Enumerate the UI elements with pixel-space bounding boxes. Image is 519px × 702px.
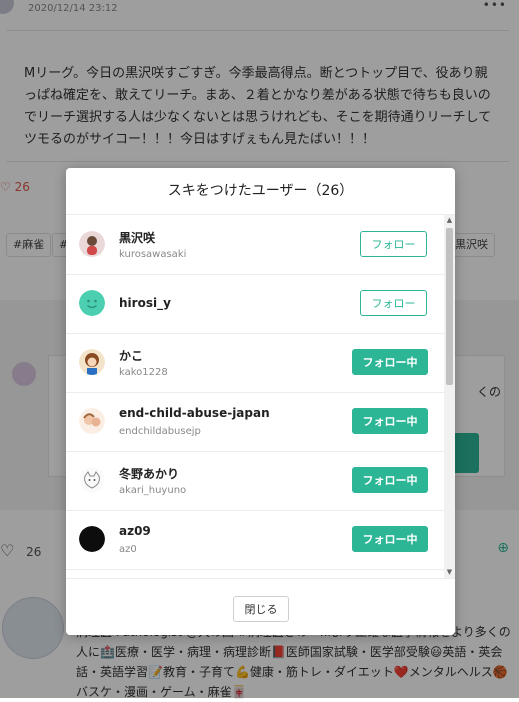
user-avatar[interactable] (79, 408, 105, 434)
scroll-up-arrow-icon[interactable]: ▲ (444, 215, 455, 226)
user-row[interactable]: hirosi_y フォロー (66, 274, 444, 334)
user-row[interactable]: end-child-abuse-japan endchildabusejp フォ… (66, 392, 444, 452)
user-id: endchildabusejp (119, 426, 201, 437)
user-avatar[interactable] (79, 349, 105, 375)
user-id: akari_huyuno (119, 485, 187, 496)
dialog-title: スキをつけたユーザー（26） (66, 168, 455, 215)
user-row[interactable]: かこ kako1228 フォロー中 (66, 333, 444, 393)
following-button[interactable]: フォロー中 (352, 467, 428, 493)
user-name[interactable]: 冬野あかり (119, 465, 179, 482)
follow-button[interactable]: フォロー (360, 290, 427, 316)
following-button[interactable]: フォロー中 (352, 349, 428, 375)
user-avatar[interactable] (79, 526, 105, 552)
user-name[interactable]: az09 (119, 524, 151, 538)
user-row[interactable]: 黒沢咲 kurosawasaki フォロー (66, 215, 444, 275)
user-avatar[interactable] (79, 467, 105, 493)
following-button[interactable]: フォロー中 (352, 408, 428, 434)
user-row[interactable]: az09 az0 フォロー中 (66, 510, 444, 570)
follow-button[interactable]: フォロー (360, 231, 427, 257)
user-name[interactable]: end-child-abuse-japan (119, 406, 270, 420)
user-avatar[interactable] (79, 231, 105, 257)
user-id: az0 (119, 544, 137, 555)
scrollbar-thumb[interactable] (446, 228, 453, 385)
close-button[interactable]: 閉じる (233, 596, 289, 622)
user-name[interactable]: 黒沢咲 (119, 229, 155, 246)
user-list: 黒沢咲 kurosawasaki フォロー hirosi_y フォロー かこ k… (66, 215, 444, 578)
list-scrollbar[interactable]: ▲ ▼ (444, 215, 455, 578)
user-row[interactable] (66, 569, 444, 578)
user-id: kurosawasaki (119, 249, 187, 260)
dialog-footer: 閉じる (66, 578, 455, 635)
user-row[interactable]: 冬野あかり akari_huyuno フォロー中 (66, 451, 444, 511)
smiley-avatar-icon[interactable] (79, 290, 105, 316)
following-button[interactable]: フォロー中 (352, 526, 428, 552)
user-id: kako1228 (119, 367, 168, 378)
liked-users-dialog: スキをつけたユーザー（26） 黒沢咲 kurosawasaki フォロー hir… (66, 168, 455, 635)
scroll-down-arrow-icon[interactable]: ▼ (444, 567, 455, 578)
user-name[interactable]: かこ (119, 347, 143, 364)
user-name[interactable]: hirosi_y (119, 296, 171, 310)
